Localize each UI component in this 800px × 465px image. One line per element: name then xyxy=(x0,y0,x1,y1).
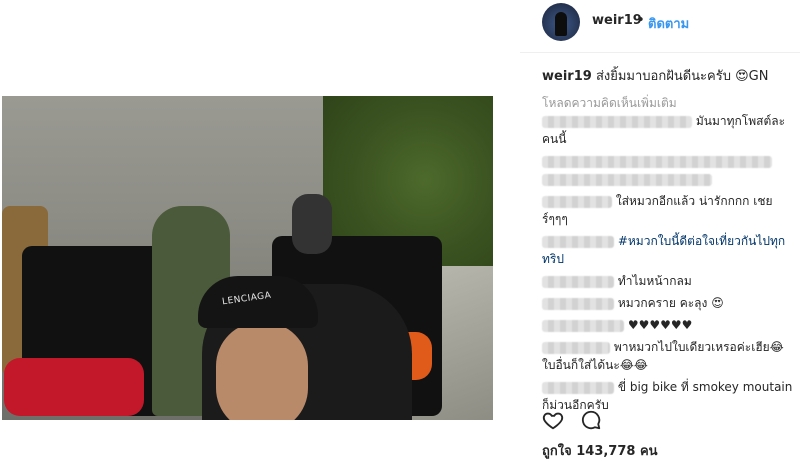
header-username[interactable]: weir19 xyxy=(592,13,642,28)
comment-text: หมวกคราย คะลุง 😍 xyxy=(617,296,724,310)
list-item xyxy=(542,152,796,188)
list-item: ทำไมหน้ากลม xyxy=(542,272,796,290)
blurred-username xyxy=(542,297,614,310)
post-photo[interactable]: LENCIAGA xyxy=(2,96,493,420)
likes-count[interactable]: ถูกใจ 143,778 คน xyxy=(542,440,658,461)
blurred-username xyxy=(542,155,772,168)
list-item: ♥♥♥♥♥♥ xyxy=(542,316,796,334)
blurred-username xyxy=(542,341,610,354)
load-more-comments-link[interactable]: โหลดความคิดเห็นเพิ่มเติม xyxy=(542,94,677,113)
caption-username[interactable]: weir19 xyxy=(542,69,592,84)
photo-red-bag xyxy=(4,358,144,416)
post-sidebar: weir19 • ติดตาม weir19 ส่งยิ้มมาบอกฝันดี… xyxy=(520,0,800,465)
list-item: ใส่หมวกอีกแล้ว น่ารักกกก เชยร์ๆๆๆ xyxy=(542,192,796,228)
blurred-username xyxy=(542,275,614,288)
list-item: พาหมวกไปใบเดียวเหรอค่ะเฮีย😂 ใบอื่นก็ใส่ไ… xyxy=(542,338,796,374)
avatar[interactable] xyxy=(542,3,580,41)
list-item: หมวกคราย คะลุง 😍 xyxy=(542,294,796,312)
list-item: มันมาทุกโพสต์ละ คนนี้ xyxy=(542,112,796,148)
caption-text: ส่งยิ้มมาบอกฝันดีนะครับ 😍GN xyxy=(595,69,769,84)
follow-button[interactable]: ติดตาม xyxy=(648,13,689,34)
action-icons xyxy=(542,409,662,433)
post-header: weir19 • ติดตาม xyxy=(520,0,800,42)
blurred-username xyxy=(542,319,624,332)
blurred-username xyxy=(542,381,614,394)
header-divider xyxy=(520,52,800,53)
post-caption: weir19 ส่งยิ้มมาบอกฝันดีนะครับ 😍GN xyxy=(542,68,794,85)
comment-text: ♥♥♥♥♥♥ xyxy=(627,318,693,332)
blurred-username xyxy=(542,235,614,248)
photo-person-background xyxy=(292,194,332,254)
blurred-username xyxy=(542,115,692,128)
heart-icon[interactable] xyxy=(542,409,564,431)
blurred-comment xyxy=(542,173,712,186)
comment-text: ทำไมหน้ากลม xyxy=(617,274,692,288)
comment-icon[interactable] xyxy=(580,409,602,431)
comments-list: มันมาทุกโพสต์ละ คนนี้ ใส่หมวกอีกแล้ว น่า… xyxy=(542,112,796,418)
photo-selfie-face xyxy=(216,322,308,420)
header-separator: • xyxy=(637,13,645,28)
list-item: #หมวกใบนี้ดีต่อใจเที่ยวกันไปทุกทริป xyxy=(542,232,796,268)
photo-pane: LENCIAGA xyxy=(0,0,520,465)
blurred-username xyxy=(542,195,612,208)
avatar-figure xyxy=(555,12,567,36)
